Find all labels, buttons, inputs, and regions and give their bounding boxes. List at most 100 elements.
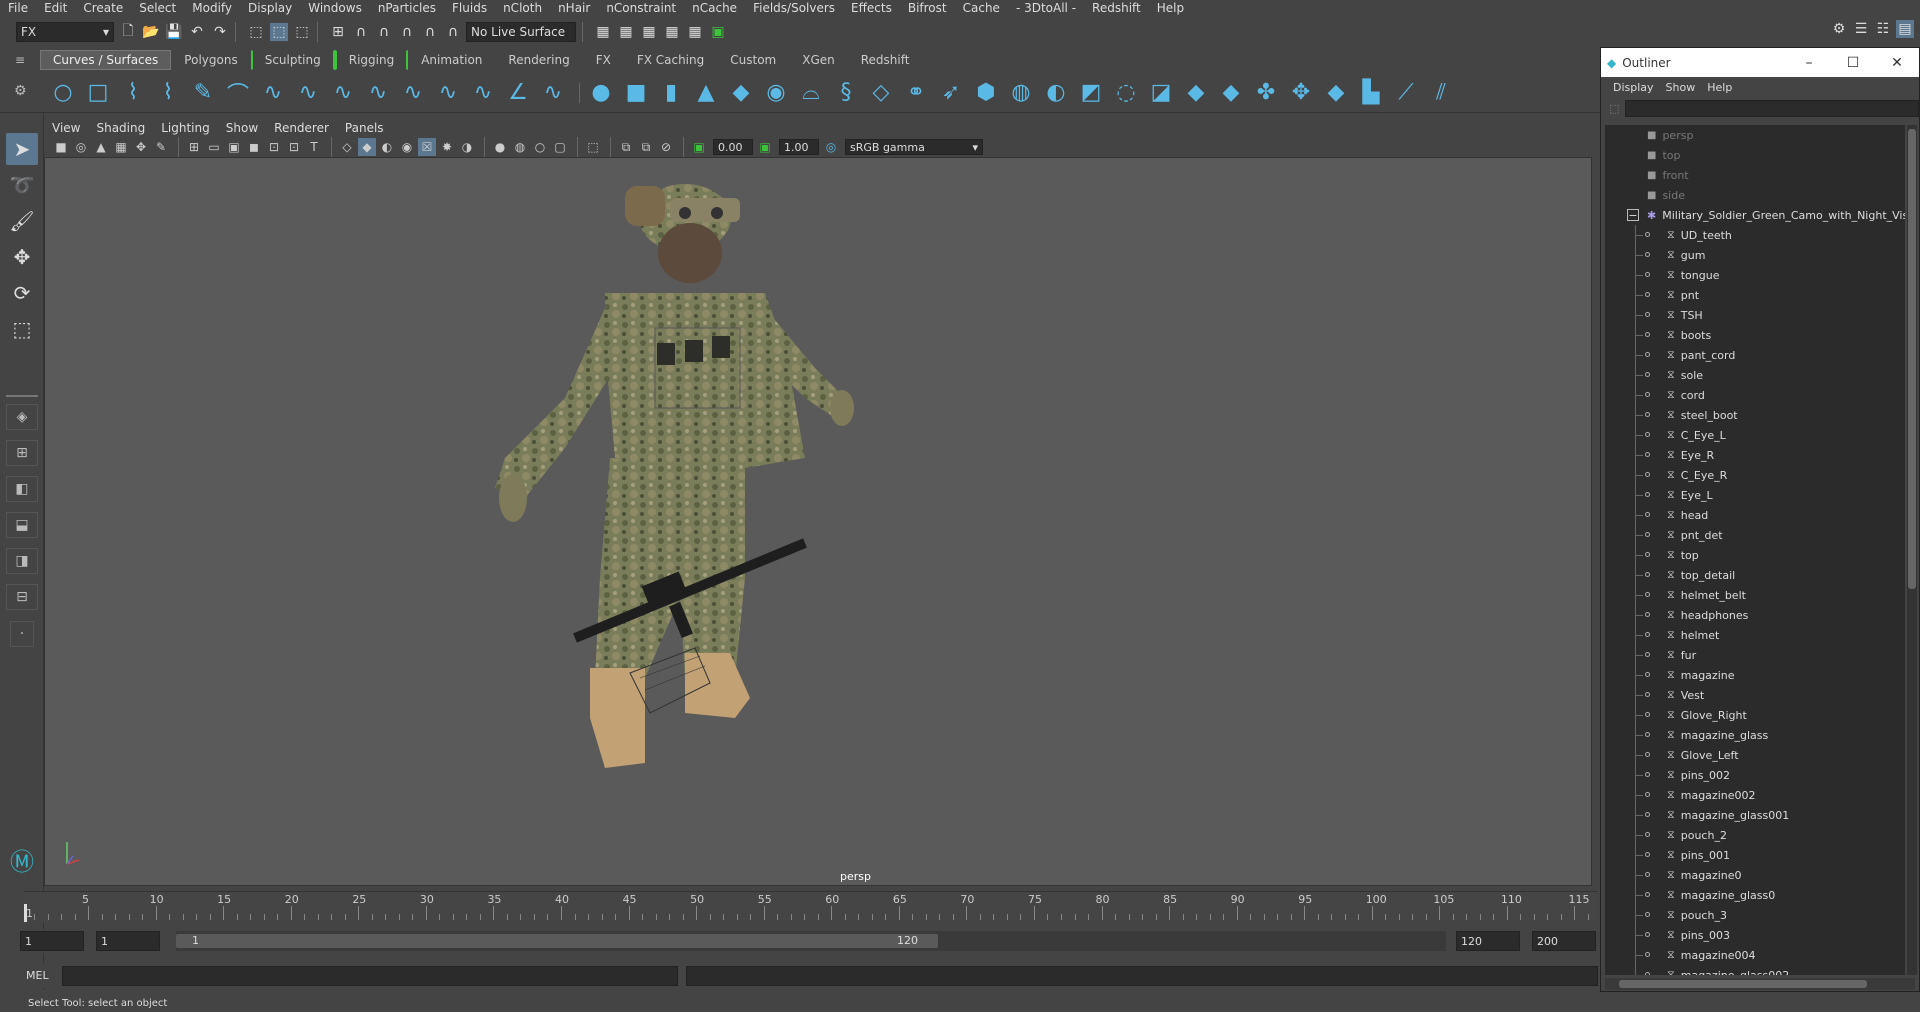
grid-toggle-icon[interactable]: ⊞ (185, 138, 203, 156)
time-slider[interactable]: 1 5 10 15 20 25 30 35 40 45 50 55 60 65 70 75 80 85 90 95 1… (24, 891, 1598, 923)
viewport-menu-item[interactable]: Lighting (153, 121, 218, 135)
expand-dot-icon[interactable] (1645, 512, 1650, 517)
exposure-icon[interactable]: ▣ (690, 138, 708, 156)
outliner-camera-item[interactable]: ■ front (1605, 165, 1905, 185)
outliner-persp-layout-icon[interactable]: ⊟ (6, 584, 38, 610)
expand-dot-icon[interactable] (1645, 732, 1650, 737)
outliner-mesh-item[interactable]: ⧖ magazine_glass (1605, 725, 1905, 745)
new-scene-icon[interactable]: 🗋 (119, 23, 137, 41)
menu-item[interactable]: Select (131, 0, 184, 17)
viewport-menu-item[interactable]: Panels (337, 121, 392, 135)
shelf-tab[interactable]: Rigging (334, 50, 409, 70)
expand-dot-icon[interactable] (1645, 432, 1650, 437)
shelf-settings-icon[interactable]: ⚙ (14, 83, 27, 99)
menu-item[interactable]: Modify (184, 0, 240, 17)
expand-dot-icon[interactable] (1645, 712, 1650, 717)
persp-hypershade-layout-icon[interactable]: ◨ (6, 548, 38, 574)
add-points-icon[interactable]: ∿ (468, 78, 498, 108)
minimize-icon[interactable]: – (1787, 55, 1831, 71)
safe-action-icon[interactable]: ⊡ (285, 138, 303, 156)
revolve-icon[interactable]: ⌓ (796, 78, 826, 108)
scroll-thumb[interactable] (1908, 129, 1916, 589)
planar-icon[interactable]: ◇ (866, 78, 896, 108)
offset-curve-icon[interactable]: ∿ (398, 78, 428, 108)
expand-dot-icon[interactable] (1645, 552, 1650, 557)
extend-surface-icon[interactable]: ◆ (1321, 78, 1351, 108)
menu-item[interactable]: Fluids (444, 0, 495, 17)
nurbs-cone-icon[interactable]: ▲ (691, 78, 721, 108)
shelf-tab[interactable]: FX (583, 50, 624, 70)
xray-icon[interactable]: ⬚ (584, 138, 602, 156)
two-d-pan-zoom-icon[interactable]: ✥ (132, 138, 150, 156)
insert-isoparm-icon[interactable]: ✥ (1286, 78, 1316, 108)
outliner-mesh-item[interactable]: ⧖ pins_003 (1605, 925, 1905, 945)
nurbs-sphere-icon[interactable]: ● (586, 78, 616, 108)
shelf-tab[interactable]: FX Caching (624, 50, 717, 70)
expand-dot-icon[interactable] (1645, 652, 1650, 657)
outliner-mesh-item[interactable]: ⧖ UD_teeth (1605, 225, 1905, 245)
snap-surface-icon[interactable]: ∩ (421, 23, 439, 41)
expand-dot-icon[interactable] (1645, 612, 1650, 617)
expand-dot-icon[interactable] (1645, 892, 1650, 897)
outliner-list[interactable]: ■ persp ■ top ■ front ■ side − ✱ Military_Soldier_… (1605, 125, 1905, 975)
menu-item[interactable]: nParticles (370, 0, 444, 17)
rotate-tool-icon[interactable]: ⟳ (6, 277, 38, 309)
ep-curve-icon[interactable]: ⌇ (153, 78, 183, 108)
outliner-search-input[interactable] (1625, 99, 1919, 117)
outliner-hscroll[interactable] (1605, 978, 1915, 990)
expand-dot-icon[interactable] (1645, 452, 1650, 457)
menu-item[interactable]: nHair (550, 0, 598, 17)
persp-graph-layout-icon[interactable]: ⬓ (6, 512, 38, 538)
camera-attributes-icon[interactable]: ◎ (72, 138, 90, 156)
select-component-icon[interactable]: ⬚ (293, 23, 311, 41)
outliner-root-item[interactable]: − ✱ Military_Soldier_Green_Camo_with_Night… (1605, 205, 1905, 225)
expand-dot-icon[interactable] (1645, 812, 1650, 817)
insert-knot-icon[interactable]: ∿ (328, 78, 358, 108)
project-curve-icon[interactable]: ◌ (1111, 78, 1141, 108)
menu-item[interactable]: nConstraint (598, 0, 684, 17)
textured-icon[interactable]: ◉ (398, 138, 416, 156)
hypershade-icon[interactable]: ▦ (686, 23, 704, 41)
curve-detach-icon[interactable]: ∿ (293, 78, 323, 108)
filter-icon[interactable]: ⬚ (1609, 102, 1619, 115)
outliner-mesh-item[interactable]: ⧖ C_Eye_L (1605, 425, 1905, 445)
detach-surfaces-icon[interactable]: ✤ (1251, 78, 1281, 108)
mel-label[interactable]: MEL (26, 969, 49, 982)
shelf-tab[interactable]: XGen (789, 50, 848, 70)
viewport-menu-item[interactable]: Renderer (266, 121, 337, 135)
menu-item[interactable]: Cache (955, 0, 1008, 17)
expand-dot-icon[interactable] (1645, 252, 1650, 257)
expand-dot-icon[interactable] (1645, 752, 1650, 757)
snap-view-icon[interactable]: ∩ (398, 23, 416, 41)
outliner-menu-item[interactable]: Help (1701, 81, 1738, 94)
expand-dot-icon[interactable] (1645, 352, 1650, 357)
image-plane-icon[interactable]: ▦ (112, 138, 130, 156)
scene-end-field[interactable]: 200 (1532, 931, 1596, 951)
outliner-mesh-item[interactable]: ⧖ pins_002 (1605, 765, 1905, 785)
wireframe-on-shaded-icon[interactable]: ◐ (378, 138, 396, 156)
outliner-mesh-item[interactable]: ⧖ pant_cord (1605, 345, 1905, 365)
film-gate-icon[interactable]: ▭ (205, 138, 223, 156)
gamma-field[interactable]: 1.00 (779, 139, 819, 155)
menu-item[interactable]: Create (75, 0, 131, 17)
intersect-surface-icon[interactable]: ◩ (1076, 78, 1106, 108)
menu-item[interactable]: Display (240, 0, 300, 17)
scale-tool-icon[interactable]: ⬚ (6, 313, 38, 345)
expand-dot-icon[interactable] (1645, 952, 1650, 957)
trim-tool-icon[interactable]: ◪ (1146, 78, 1176, 108)
nurbs-cube-icon[interactable]: ■ (621, 78, 651, 108)
shelf-tab[interactable]: Sculpting (250, 50, 335, 70)
resolution-gate-icon[interactable]: ▣ (225, 138, 243, 156)
bookmark-icon[interactable]: ▲ (92, 138, 110, 156)
live-surface-field[interactable]: No Live Surface (466, 22, 576, 42)
outliner-mesh-item[interactable]: ⧖ TSH (1605, 305, 1905, 325)
open-scene-icon[interactable]: 📂 (142, 23, 160, 41)
outliner-mesh-item[interactable]: ⧖ Vest (1605, 685, 1905, 705)
render-settings-icon[interactable]: ▦ (663, 23, 681, 41)
time-slider-track[interactable]: 1 5 10 15 20 25 30 35 40 45 50 55 60 65 70 75 80 85 90 95 1… (24, 891, 1598, 922)
square-surface-icon[interactable]: ◐ (1041, 78, 1071, 108)
shelf-tab[interactable]: Redshift (848, 50, 923, 70)
expand-dot-icon[interactable] (1645, 332, 1650, 337)
wireframe-icon[interactable]: ◇ (338, 138, 356, 156)
isolate-select-icon[interactable]: ▢ (551, 138, 569, 156)
